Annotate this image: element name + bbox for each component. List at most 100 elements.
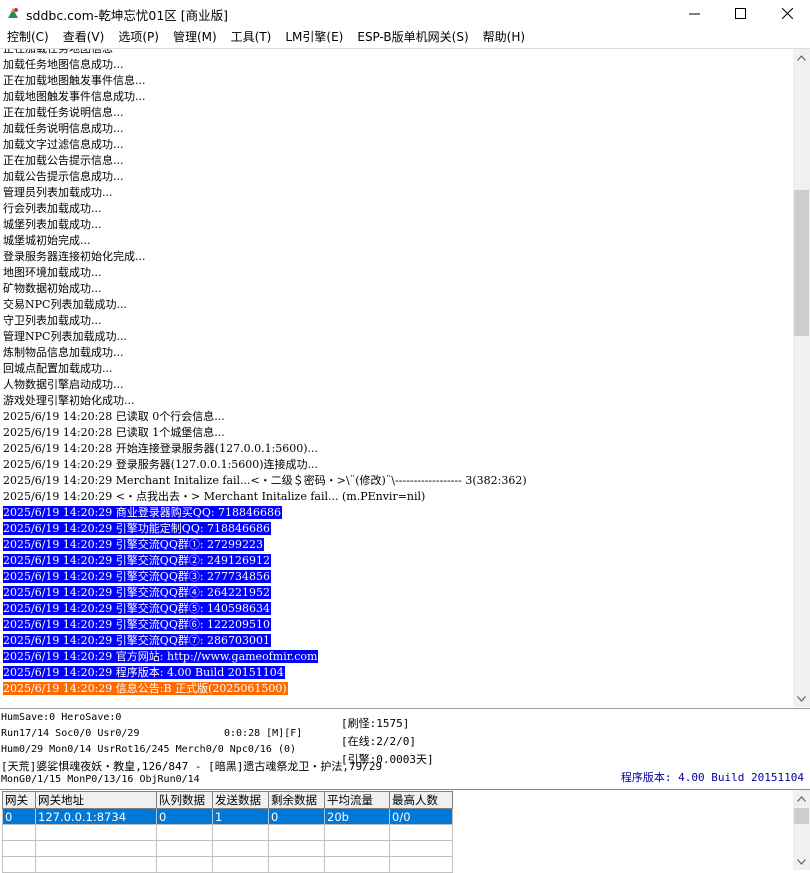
log-line: 2025/6/19 14:20:29 引擎交流QQ群⑦: 286703001 (3, 633, 789, 649)
log-line: 登录服务器连接初始化完成... (3, 249, 789, 265)
log-line: 回城点配置加载成功... (3, 361, 789, 377)
log-line-text: 守卫列表加载成功... (3, 314, 102, 327)
log-line-text: 正在加载公告提示信息... (3, 154, 124, 167)
gateway-table: 网关 网关地址 队列数据 发送数据 剩余数据 平均流量 最高人数 0 127.0… (2, 791, 453, 873)
col-gateway-address[interactable]: 网关地址 (35, 791, 157, 809)
table-row-empty (2, 856, 453, 873)
log-line: 交易NPC列表加载成功... (3, 297, 789, 313)
log-line-text: 2025/6/19 14:20:29 引擎交流QQ群⑤: 140598634 (3, 602, 272, 615)
log-line: 炼制物品信息加载成功... (3, 345, 789, 361)
log-line-text: 人物数据引擎启动成功... (3, 378, 124, 391)
menu-esp-gateway[interactable]: ESP-B版单机网关(S) (350, 27, 475, 47)
minimize-button[interactable] (671, 0, 717, 27)
log-line-text: 2025/6/19 14:20:29 引擎交流QQ群④: 264221952 (3, 586, 272, 599)
grid-scrollbar[interactable] (793, 790, 810, 870)
status-boss: [天荒]婆娑惧魂夜妖・教皇,126/847 - [暗黑]遗古魂祭龙卫・护法,79… (1, 760, 383, 773)
chevron-up-icon (797, 54, 806, 61)
log-scroll-thumb[interactable] (794, 190, 809, 336)
log-line-text: 游戏处理引擎初始化成功... (3, 394, 135, 407)
log-line: 城堡列表加载成功... (3, 217, 789, 233)
log-line-text: 城堡城初始完成... (3, 234, 91, 247)
log-line-text: 2025/6/19 14:20:28 开始连接登录服务器(127.0.0.1:5… (3, 442, 319, 455)
log-line-text: 正在加载任务地图信息 (3, 48, 113, 55)
log-line-text: 加载任务地图信息成功... (3, 58, 124, 71)
cell-avg-traffic: 20b (324, 808, 390, 825)
grid-scroll-thumb[interactable] (794, 808, 809, 824)
col-remaining[interactable]: 剩余数据 (268, 791, 325, 809)
log-line-text: 正在加载任务说明信息... (3, 106, 124, 119)
log-line: 2025/6/19 14:20:29 信息公告:B 正式版(2025061500… (3, 681, 789, 697)
log-line-text: 2025/6/19 14:20:29 <・点我出去・> Merchant Ini… (3, 490, 426, 503)
scroll-up-button[interactable] (793, 49, 810, 66)
log-line: 2025/6/19 14:20:29 引擎功能定制QQ: 718846686 (3, 521, 789, 537)
log-scrollbar[interactable] (793, 49, 810, 707)
menu-bar: 控制(C) 查看(V) 选项(P) 管理(M) 工具(T) LM引擎(E) ES… (0, 27, 810, 47)
log-lines: 正在加载任务地图信息加载任务地图信息成功... 正在加载地图触发事件信息... 加载… (3, 48, 789, 697)
cell-remaining: 0 (268, 808, 325, 825)
log-line-text: 2025/6/19 14:20:29 商业登录器购买QQ: 718846686 (3, 506, 283, 519)
status-version: 程序版本: 4.00 Build 20151104 (620, 771, 804, 784)
log-line: 正在加载任务说明信息... (3, 105, 789, 121)
log-line: 2025/6/19 14:20:29 商业登录器购买QQ: 718846686 (3, 505, 789, 521)
log-line-text: 2025/6/19 14:20:29 信息公告:B 正式版(2025061500… (3, 682, 288, 695)
log-line-text: 2025/6/19 14:20:29 引擎交流QQ群②: 249126912 (3, 554, 272, 567)
col-max-users[interactable]: 最高人数 (389, 791, 453, 809)
window-title: sddbc.com-乾坤忘忧01区 [商业版] (26, 8, 229, 23)
log-line: 加载任务说明信息成功... (3, 121, 789, 137)
log-line-text: 管理员列表加载成功... (3, 186, 113, 199)
chevron-up-icon (797, 795, 806, 802)
log-line: 2025/6/19 14:20:29 Merchant Initalize fa… (3, 473, 789, 489)
log-line: 地图环境加载成功... (3, 265, 789, 281)
log-line-text: 2025/6/19 14:20:29 引擎交流QQ群③: 277734856 (3, 570, 272, 583)
log-line-text: 加载公告提示信息成功... (3, 170, 124, 183)
close-button[interactable] (764, 0, 810, 27)
menu-options[interactable]: 选项(P) (111, 27, 166, 47)
grid-scroll-down-button[interactable] (793, 853, 810, 870)
log-line: 2025/6/19 14:20:29 引擎交流QQ群①: 27299223 (3, 537, 789, 553)
log-line-text: 管理NPC列表加载成功... (3, 330, 127, 343)
gateway-grid[interactable]: 网关 网关地址 队列数据 发送数据 剩余数据 平均流量 最高人数 0 127.0… (0, 789, 810, 873)
col-queue[interactable]: 队列数据 (156, 791, 213, 809)
log-line-text: 2025/6/19 14:20:29 登录服务器(127.0.0.1:5600)… (3, 458, 319, 471)
cell-gateway: 0 (2, 808, 36, 825)
maximize-icon (734, 8, 746, 19)
menu-manage[interactable]: 管理(M) (166, 27, 224, 47)
log-line: 2025/6/19 14:20:28 已读取 1个城堡信息... (3, 425, 789, 441)
grid-scroll-up-button[interactable] (793, 790, 810, 807)
log-line: 城堡城初始完成... (3, 233, 789, 249)
scroll-down-button[interactable] (793, 690, 810, 707)
status-refresh: [刷怪:1575] (341, 717, 410, 730)
cell-max-users: 0/0 (389, 808, 453, 825)
col-gateway[interactable]: 网关 (2, 791, 36, 809)
log-line-text: 2025/6/19 14:20:29 引擎交流QQ群①: 27299223 (3, 538, 265, 551)
menu-view[interactable]: 查看(V) (56, 27, 112, 47)
status-panel: HumSave:0 HeroSave:0 Run17/14 Soc0/0 Usr… (0, 708, 810, 790)
menu-lm-engine[interactable]: LM引擎(E) (278, 27, 350, 47)
log-line: 加载地图触发事件信息成功... (3, 89, 789, 105)
log-line-text: 正在加载地图触发事件信息... (3, 74, 146, 87)
maximize-button[interactable] (717, 0, 763, 27)
cell-queue: 0 (156, 808, 213, 825)
log-line: 守卫列表加载成功... (3, 313, 789, 329)
menu-tools[interactable]: 工具(T) (224, 27, 279, 47)
log-line: 2025/6/19 14:20:29 引擎交流QQ群②: 249126912 (3, 553, 789, 569)
log-panel[interactable]: 正在加载任务地图信息加载任务地图信息成功... 正在加载地图触发事件信息... 加载… (0, 48, 810, 707)
status-mon: MonG0/1/15 MonP0/13/16 ObjRun0/14 (1, 774, 200, 785)
log-line: 2025/6/19 14:20:29 官方网站: http://www.game… (3, 649, 789, 665)
log-line-text: 加载地图触发事件信息成功... (3, 90, 146, 103)
log-line: 正在加载地图触发事件信息... (3, 73, 789, 89)
log-line-text: 2025/6/19 14:20:28 已读取 1个城堡信息... (3, 426, 225, 439)
log-line-text: 2025/6/19 14:20:28 已读取 0个行会信息... (3, 410, 225, 423)
col-avg-traffic[interactable]: 平均流量 (324, 791, 390, 809)
log-line: 2025/6/19 14:20:29 引擎交流QQ群⑤: 140598634 (3, 601, 789, 617)
chevron-down-icon (797, 695, 806, 702)
log-line: 2025/6/19 14:20:29 引擎交流QQ群④: 264221952 (3, 585, 789, 601)
log-line: 管理NPC列表加载成功... (3, 329, 789, 345)
menu-control[interactable]: 控制(C) (0, 27, 56, 47)
col-sent[interactable]: 发送数据 (212, 791, 269, 809)
menu-help[interactable]: 帮助(H) (476, 27, 532, 47)
table-row[interactable]: 0 127.0.0.1:8734 0 1 0 20b 0/0 (2, 808, 453, 825)
log-line-text: 2025/6/19 14:20:29 引擎交流QQ群⑦: 286703001 (3, 634, 272, 647)
log-line: 行会列表加载成功... (3, 201, 789, 217)
log-line: 2025/6/19 14:20:28 已读取 0个行会信息... (3, 409, 789, 425)
